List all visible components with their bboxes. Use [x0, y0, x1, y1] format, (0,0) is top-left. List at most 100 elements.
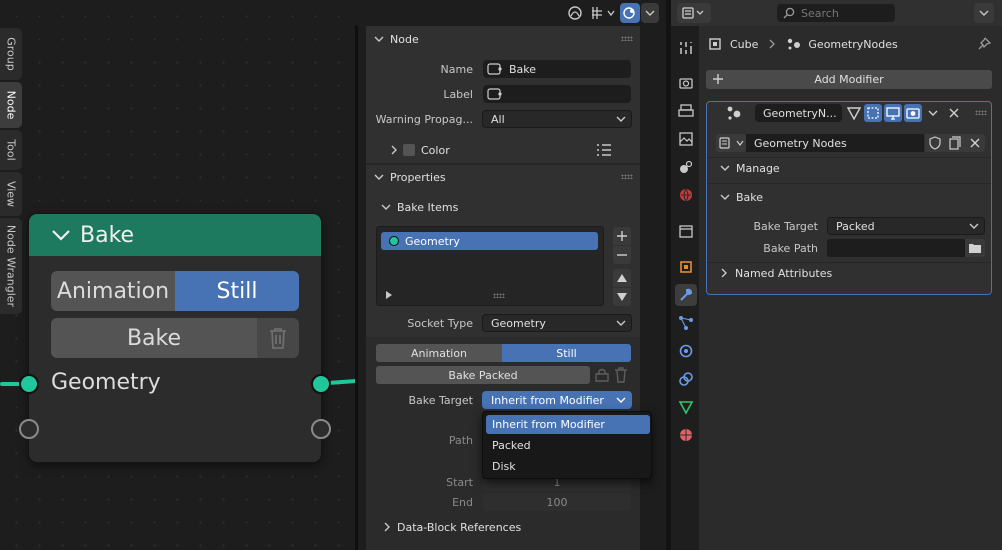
cage-toggle[interactable]	[864, 104, 882, 122]
drag-grip-icon[interactable]	[621, 174, 633, 179]
tab-node[interactable]: Node	[0, 82, 22, 128]
fake-user-button[interactable]	[925, 134, 945, 152]
bake-subpanel-header[interactable]: Bake	[720, 190, 920, 204]
duplicate-button[interactable]	[945, 134, 965, 152]
trash-icon	[267, 326, 289, 350]
material-tab-icon[interactable]	[675, 424, 697, 446]
modifier-type-icon[interactable]	[726, 105, 744, 121]
node-section-title: Node	[390, 32, 419, 46]
warning-propagation-dropdown[interactable]: All	[482, 110, 632, 128]
section-divider	[366, 163, 640, 165]
collection-tab-icon[interactable]	[675, 220, 697, 242]
tab-view[interactable]: View	[0, 172, 22, 216]
menu-item-disk[interactable]: Disk	[486, 457, 650, 476]
bake-packed-button[interactable]: Bake Packed	[376, 366, 590, 384]
drag-grip-icon[interactable]	[621, 36, 633, 41]
geometry-input-socket[interactable]	[19, 374, 39, 394]
gizmo-dropdown[interactable]	[641, 3, 659, 23]
name-field[interactable]: Bake	[483, 60, 631, 78]
trash-icon[interactable]	[614, 367, 628, 383]
modifier-tab-icon[interactable]	[675, 284, 697, 306]
node-header[interactable]: Bake	[29, 214, 321, 256]
scene-tab-icon[interactable]	[675, 156, 697, 178]
tab-group[interactable]: Group	[0, 28, 22, 80]
node-group-value: Geometry Nodes	[754, 136, 847, 150]
bake-target-label: Bake Target	[753, 220, 818, 233]
pin-icon[interactable]	[976, 36, 992, 52]
remove-item-button[interactable]	[613, 246, 631, 264]
delete-bake-button[interactable]	[257, 318, 299, 358]
view-layer-tab-icon[interactable]	[675, 128, 697, 150]
modifier-bake-target-value: Packed	[836, 219, 875, 233]
cage-icon	[867, 107, 879, 119]
remove-modifier-button[interactable]	[946, 104, 962, 122]
move-up-button[interactable]	[613, 269, 631, 287]
warning-propagation-value: All	[491, 112, 505, 126]
editor-type-dropdown[interactable]	[677, 3, 711, 23]
pack-icon[interactable]	[594, 367, 610, 383]
render-toggle[interactable]	[904, 104, 922, 122]
end-field[interactable]: 100	[483, 493, 631, 511]
bake-item-row[interactable]: Geometry	[381, 232, 598, 250]
color-subpanel-header[interactable]: Color	[390, 143, 540, 157]
menu-item-inherit-from-modifier[interactable]: Inherit from Modifier	[486, 415, 650, 434]
search-input[interactable]: Search	[777, 4, 895, 22]
viewport-toggle[interactable]	[884, 104, 902, 122]
label-field[interactable]	[483, 85, 631, 103]
overlay-toggle[interactable]	[564, 3, 586, 23]
menu-item-packed[interactable]: Packed	[486, 436, 650, 455]
bake-node[interactable]: Bake Animation Still Bake Geometry	[29, 214, 321, 462]
color-checkbox[interactable]	[403, 144, 415, 156]
panel-mode-still-button[interactable]: Still	[502, 344, 631, 362]
list-resize-grip-icon[interactable]	[493, 293, 505, 298]
mode-still-button[interactable]: Still	[175, 271, 299, 311]
geometry-output-socket[interactable]	[311, 374, 331, 394]
modifier-bake-target-dropdown[interactable]: Packed	[827, 217, 985, 235]
add-item-button[interactable]	[613, 227, 631, 245]
properties-section-header[interactable]: Properties	[374, 170, 638, 184]
snap-toggle[interactable]	[588, 3, 618, 23]
render-tab-icon[interactable]	[675, 72, 697, 94]
collapse-chevron-icon[interactable]	[51, 228, 71, 242]
manage-subpanel-header[interactable]: Manage	[720, 161, 920, 175]
bake-target-dropdown[interactable]: Inherit from Modifier	[482, 391, 632, 409]
add-modifier-button[interactable]: Add Modifier	[706, 70, 992, 89]
physics-tab-icon[interactable]	[675, 340, 697, 362]
constraints-tab-icon[interactable]	[675, 368, 697, 390]
list-expand-icon[interactable]	[386, 291, 392, 299]
move-down-button[interactable]	[613, 288, 631, 306]
empty-output-socket[interactable]	[311, 419, 331, 439]
start-label: Start	[446, 476, 473, 489]
options-dropdown[interactable]	[974, 3, 994, 23]
edit-mode-toggle[interactable]	[845, 104, 863, 122]
named-attributes-subpanel-header[interactable]: Named Attributes	[720, 266, 920, 280]
data-tab-icon[interactable]	[675, 396, 697, 418]
drag-grip-icon[interactable]	[975, 110, 987, 115]
bake-button[interactable]: Bake	[51, 318, 257, 358]
node-group-field[interactable]: Geometry Nodes	[746, 134, 924, 152]
panel-mode-animation-button[interactable]: Animation	[376, 344, 502, 362]
gizmo-toggle[interactable]	[620, 3, 640, 23]
bake-path-field[interactable]	[827, 239, 965, 257]
output-tab-icon[interactable]	[675, 100, 697, 122]
node-group-browse[interactable]	[716, 134, 746, 152]
duplicate-icon	[949, 136, 961, 150]
modifier-options-dropdown[interactable]	[925, 104, 941, 122]
mode-animation-button[interactable]: Animation	[51, 271, 175, 311]
empty-input-socket[interactable]	[19, 419, 39, 439]
browse-folder-button[interactable]	[965, 239, 985, 257]
object-tab-icon[interactable]	[675, 256, 697, 278]
modifier-name-field[interactable]: GeometryN...	[755, 104, 842, 122]
chevron-down-icon	[969, 223, 979, 229]
world-tab-icon[interactable]	[675, 184, 697, 206]
bake-items-subpanel-header[interactable]: Bake Items	[381, 200, 581, 214]
socket-type-dropdown[interactable]: Geometry	[482, 314, 632, 332]
list-icon[interactable]	[596, 143, 612, 157]
particles-tab-icon[interactable]	[675, 312, 697, 334]
tool-tab-icon[interactable]	[675, 37, 697, 59]
data-block-references-header[interactable]: Data-Block References	[383, 520, 623, 534]
tab-node-wrangler[interactable]: Node Wrangler	[0, 218, 22, 314]
tab-tool[interactable]: Tool	[0, 130, 22, 170]
unlink-button[interactable]	[965, 134, 985, 152]
node-section-header[interactable]: Node	[374, 32, 638, 46]
